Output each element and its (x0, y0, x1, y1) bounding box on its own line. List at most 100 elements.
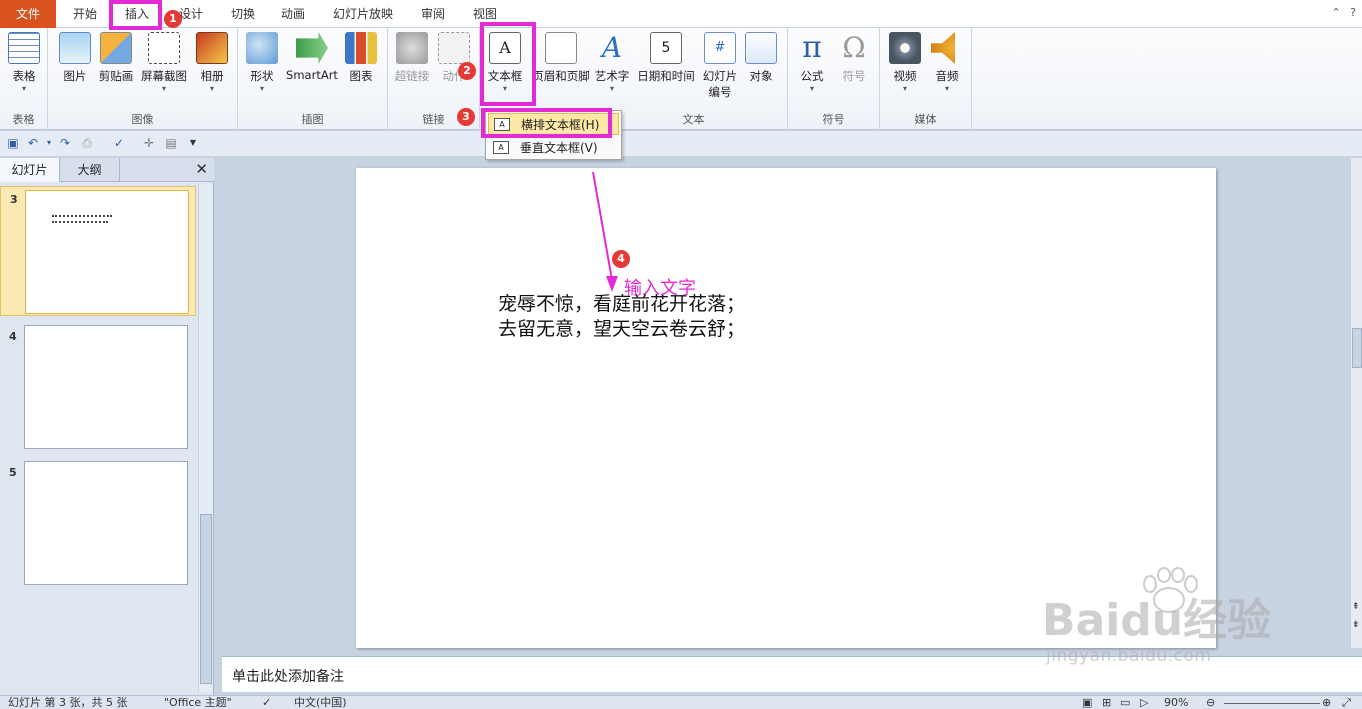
next-slide-icon[interactable]: ⇟ (1352, 620, 1360, 630)
notes-pane[interactable]: 单击此处添加备注 (222, 656, 1362, 692)
album-button[interactable]: 相册 ▾ (194, 32, 230, 94)
zoom-slider[interactable] (1224, 703, 1320, 704)
album-icon (196, 32, 228, 64)
slides-scrollbar[interactable] (198, 184, 212, 692)
chevron-down-icon: ▾ (21, 84, 26, 93)
undo-icon[interactable]: ↶ (26, 136, 40, 150)
picture-button[interactable]: 图片 (56, 32, 94, 84)
spellcheck-status-icon[interactable]: ✓ (262, 696, 271, 709)
table-button[interactable]: 表格 ▾ (6, 32, 42, 94)
shapes-button[interactable]: 形状 ▾ (244, 32, 280, 94)
slide-number: 3 (10, 193, 18, 206)
screenshot-button[interactable]: 屏幕截图 ▾ (138, 32, 190, 94)
group-symbols: π 公式 ▾ Ω 符号 符号 (788, 28, 880, 130)
shapes-label: 形状 (250, 69, 274, 83)
symbol-button[interactable]: Ω 符号 (836, 32, 872, 84)
vertical-textbox-item[interactable]: A 垂直文本框(V) (488, 137, 619, 159)
tab-file[interactable]: 文件 (0, 0, 56, 28)
zoom-in-icon[interactable]: ⊕ (1322, 696, 1331, 709)
chart-button[interactable]: 图表 (344, 32, 378, 84)
chart-label: 图表 (349, 69, 373, 83)
help-icon[interactable]: ? (1350, 6, 1356, 19)
video-label: 视频 (893, 69, 917, 83)
slide-thumbnail-row[interactable]: 4 (0, 324, 196, 454)
slide-number-label-2: 编号 (708, 85, 732, 99)
globe-link-icon (396, 32, 428, 64)
textbox-button[interactable]: A 文本框 ▾ (484, 32, 526, 94)
object-button[interactable]: 对象 (744, 32, 778, 84)
header-footer-label: 页眉和页脚 (532, 69, 590, 83)
scrollbar-thumb[interactable] (1352, 328, 1362, 368)
chevron-down-icon[interactable]: ▾ (42, 136, 56, 150)
print-icon[interactable]: ⎙ (80, 136, 94, 150)
sorter-view-icon[interactable]: ⊞ (1102, 696, 1111, 709)
spell-check-icon[interactable]: ✓ (112, 136, 126, 150)
group-label-illustrations: 插图 (301, 113, 324, 126)
clipart-button[interactable]: 剪贴画 (96, 32, 136, 84)
slide-canvas[interactable]: 宠辱不惊，看庭前花开花落； 去留无意，望天空云卷云舒； (356, 168, 1216, 648)
normal-view-icon[interactable]: ▣ (1082, 696, 1092, 709)
chevron-down-icon: ▾ (259, 84, 264, 93)
close-icon[interactable]: ✕ (195, 160, 208, 178)
object-label: 对象 (749, 69, 773, 83)
redo-icon[interactable]: ↷ (58, 136, 72, 150)
shapes-icon (246, 32, 278, 64)
scrollbar-thumb[interactable] (200, 514, 212, 684)
slide-thumbnail-row[interactable]: 3 (0, 186, 196, 316)
chart-icon (345, 32, 377, 64)
layout-icon[interactable]: ▤ (164, 136, 178, 150)
tab-home[interactable]: 开始 (58, 0, 112, 28)
tab-transitions[interactable]: 切换 (218, 0, 268, 28)
save-icon[interactable]: ▣ (6, 136, 20, 150)
audio-button[interactable]: 音频 ▾ (928, 32, 966, 94)
zoom-level[interactable]: 90% (1164, 696, 1188, 709)
group-images: 图片 剪贴画 屏幕截图 ▾ 相册 ▾ 图像 (48, 28, 238, 130)
header-footer-icon (545, 32, 577, 64)
language: 中文(中国) (294, 696, 347, 709)
tab-review[interactable]: 审阅 (408, 0, 458, 28)
smartart-button[interactable]: SmartArt (284, 32, 340, 82)
tab-view[interactable]: 视图 (460, 0, 510, 28)
reading-view-icon[interactable]: ▭ (1120, 696, 1130, 709)
datetime-button[interactable]: 5 日期和时间 (634, 32, 698, 84)
tab-animations[interactable]: 动画 (268, 0, 318, 28)
omega-icon: Ω (842, 31, 866, 64)
header-footer-button[interactable]: 页眉和页脚 (530, 32, 592, 84)
slide-thumbnail-row[interactable]: 5 (0, 460, 196, 590)
group-media: 视频 ▾ 音频 ▾ 媒体 (880, 28, 972, 130)
format-icon[interactable]: ✛ (142, 136, 156, 150)
slide-counter: 幻灯片 第 3 张，共 5 张 (8, 696, 128, 709)
customize-qat-icon[interactable]: ▼ (186, 136, 200, 150)
chevron-down-icon: ▾ (502, 84, 507, 93)
slide-thumbnail[interactable] (24, 325, 188, 449)
group-tables: 表格 ▾ 表格 (0, 28, 48, 130)
horizontal-textbox-item[interactable]: A 横排文本框(H) (488, 113, 619, 135)
slide-number-button[interactable]: # 幻灯片 编号 (700, 32, 740, 100)
panel-tabs: 幻灯片 大纲 ✕ (0, 158, 214, 182)
calendar-icon: 5 (650, 32, 682, 64)
tab-insert[interactable]: 插入 (112, 0, 162, 28)
slide-thumbnail[interactable] (24, 461, 188, 585)
slideshow-view-icon[interactable]: ▷ (1140, 696, 1148, 709)
slide-thumbnail[interactable] (25, 190, 189, 314)
slide-textbox[interactable]: 宠辱不惊，看庭前花开花落； 去留无意，望天空云卷云舒； (498, 292, 745, 342)
tab-slides[interactable]: 幻灯片 (0, 158, 60, 182)
tab-slideshow[interactable]: 幻灯片放映 (320, 0, 406, 28)
zoom-out-icon[interactable]: ⊖ (1206, 696, 1215, 709)
wordart-button[interactable]: A 艺术字 ▾ (592, 32, 632, 94)
editor-scrollbar[interactable]: ⇞ ⇟ (1350, 158, 1362, 648)
screenshot-icon (148, 32, 180, 64)
slide-number-icon: # (704, 32, 736, 64)
wordart-icon: A (601, 31, 623, 64)
fit-window-icon[interactable]: ⤢ (1342, 696, 1351, 709)
previous-slide-icon[interactable]: ⇞ (1352, 602, 1360, 612)
tab-outline[interactable]: 大纲 (60, 158, 120, 182)
vertical-textbox-label: 垂直文本框(V) (520, 141, 598, 155)
hyperlink-button[interactable]: 超链接 (392, 32, 432, 84)
equation-label: 公式 (800, 69, 824, 83)
equation-button[interactable]: π 公式 ▾ (794, 32, 830, 94)
instruction-label: 输入文字 (624, 278, 696, 299)
minimize-ribbon-icon[interactable]: ⌃ (1331, 6, 1340, 19)
video-button[interactable]: 视频 ▾ (886, 32, 924, 94)
hyperlink-label: 超链接 (394, 69, 430, 83)
